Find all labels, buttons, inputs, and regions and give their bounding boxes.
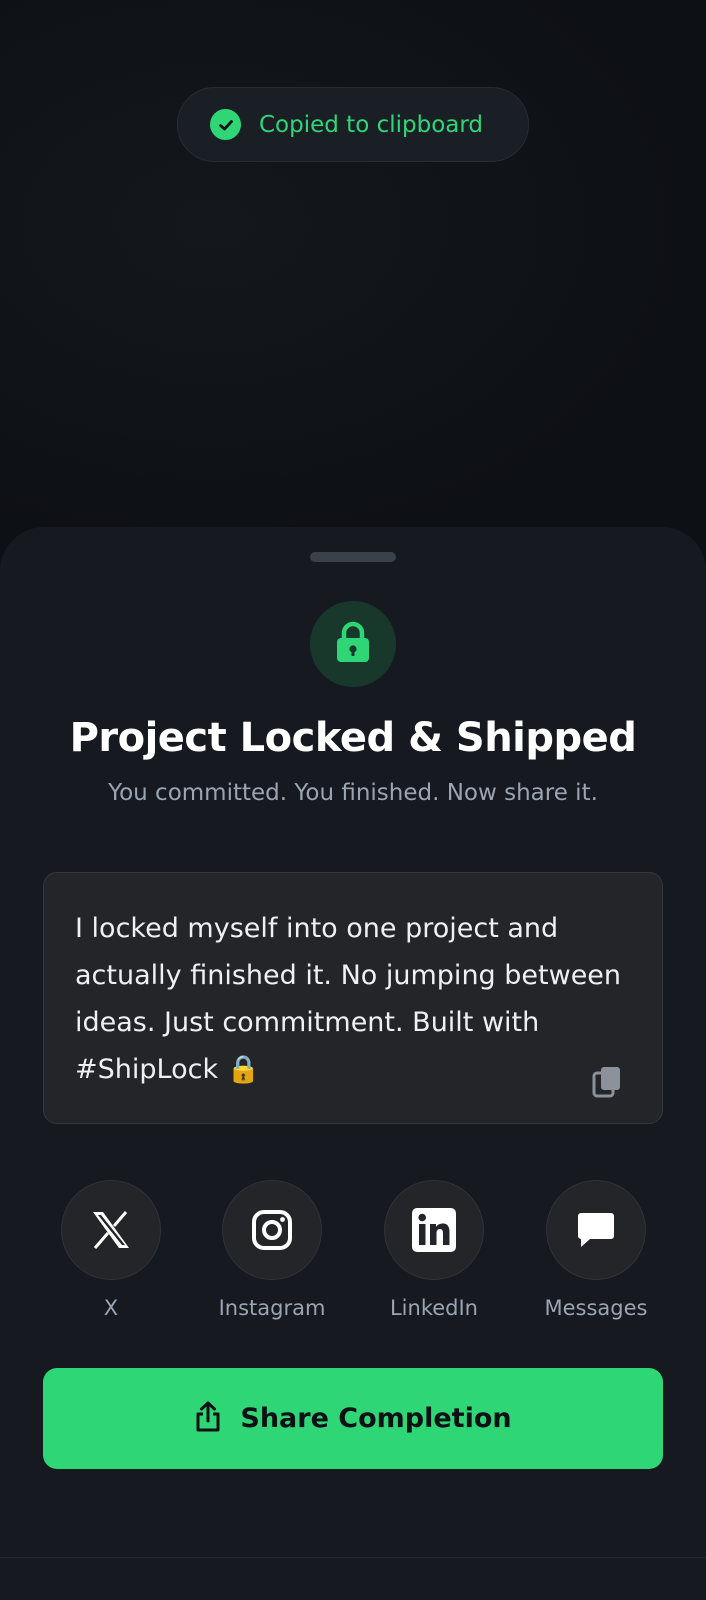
share-label-instagram: Instagram xyxy=(218,1296,326,1320)
share-label-messages: Messages xyxy=(544,1296,648,1320)
share-label-linkedin: LinkedIn xyxy=(389,1296,478,1320)
share-targets: X Instagram LinkedIn Messages xyxy=(0,1180,706,1330)
linkedin-icon xyxy=(384,1180,484,1280)
share-icon xyxy=(194,1401,222,1437)
x-logo-icon xyxy=(61,1180,161,1280)
sheet-subtitle: You committed. You finished. Now share i… xyxy=(108,780,598,806)
lock-badge xyxy=(310,601,396,687)
toast-notification: Copied to clipboard xyxy=(177,87,529,162)
check-circle-icon xyxy=(210,109,241,140)
share-completion-label: Share Completion xyxy=(240,1403,512,1434)
share-instagram[interactable]: Instagram xyxy=(202,1180,342,1320)
backdrop[interactable] xyxy=(0,0,706,560)
bottom-sheet: Project Locked & Shipped You committed. … xyxy=(0,527,706,1600)
bottom-divider xyxy=(0,1557,706,1558)
lock-icon xyxy=(335,621,371,667)
copy-icon[interactable] xyxy=(592,1065,624,1099)
sheet-drag-handle[interactable] xyxy=(310,552,396,562)
sheet-title: Project Locked & Shipped xyxy=(69,715,637,761)
share-x[interactable]: X xyxy=(41,1180,181,1320)
share-linkedin[interactable]: LinkedIn xyxy=(364,1180,504,1320)
share-message-card[interactable]: I locked myself into one project and act… xyxy=(43,872,663,1124)
share-message-text: I locked myself into one project and act… xyxy=(75,913,622,1085)
toast-text: Copied to clipboard xyxy=(259,111,484,138)
share-label-x: X xyxy=(103,1296,119,1320)
message-bubble-icon xyxy=(546,1180,646,1280)
instagram-icon xyxy=(222,1180,322,1280)
share-messages[interactable]: Messages xyxy=(526,1180,666,1320)
share-completion-button[interactable]: Share Completion xyxy=(43,1368,663,1469)
